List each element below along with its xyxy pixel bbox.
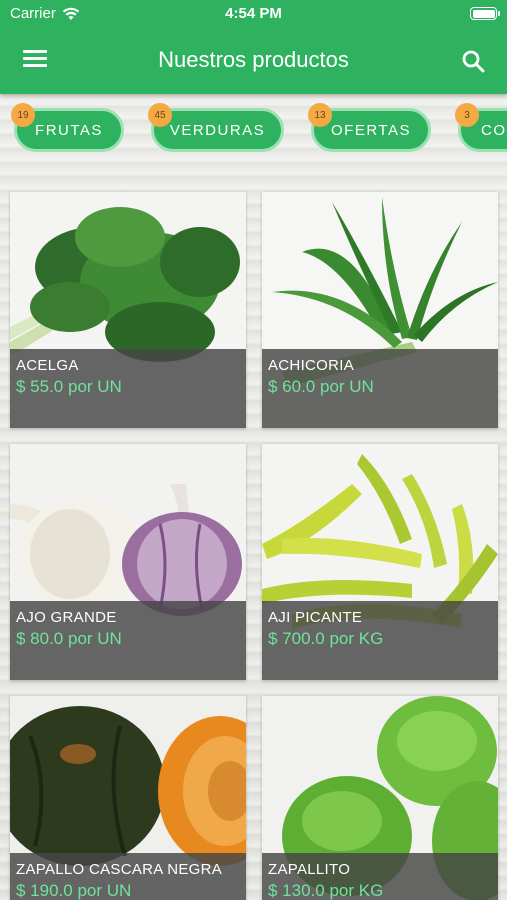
product-price: $ 190.0 por UN <box>16 881 132 900</box>
product-name: ACELGA <box>16 357 79 374</box>
product-card-aji-picante[interactable]: AJI PICANTE $ 700.0 por KG <box>262 444 498 680</box>
product-info: ZAPALLO CASCARA NEGRA $ 190.0 por UN <box>10 853 246 900</box>
product-price: $ 700.0 por KG <box>268 629 384 648</box>
page-title: Nuestros productos <box>158 47 349 72</box>
product-info: AJO GRANDE $ 80.0 por UN <box>10 601 246 680</box>
category-label: VERDURAS <box>169 121 266 139</box>
product-name: AJI PICANTE <box>268 609 363 626</box>
category-chip-co[interactable]: 3 CO <box>455 103 507 152</box>
category-label: CO <box>481 121 507 139</box>
clock: 4:54 PM <box>225 5 282 22</box>
category-chip-frutas[interactable]: 19 FRUTAS <box>11 103 124 152</box>
category-label: FRUTAS <box>35 121 103 139</box>
product-info: ACHICORIA $ 60.0 por UN <box>262 349 498 428</box>
product-card-zapallito[interactable]: ZAPALLITO $ 130.0 por KG <box>262 696 498 900</box>
category-label: OFERTAS <box>331 121 411 139</box>
product-name: AJO GRANDE <box>16 609 117 626</box>
category-count-badge: 3 <box>455 103 479 127</box>
product-info: ZAPALLITO $ 130.0 por KG <box>262 853 498 900</box>
product-price: $ 80.0 por UN <box>16 629 122 648</box>
product-card-zapallo-cascara-negra[interactable]: ZAPALLO CASCARA NEGRA $ 190.0 por UN <box>10 696 246 900</box>
category-chips: 19 FRUTAS 45 VERDURAS 13 OFERTAS 3 CO <box>0 100 507 164</box>
product-price: $ 55.0 por UN <box>16 377 122 396</box>
product-name: ZAPALLO CASCARA NEGRA <box>16 861 223 878</box>
product-name: ZAPALLITO <box>268 861 351 878</box>
product-card-ajo-grande[interactable]: AJO GRANDE $ 80.0 por UN <box>10 444 246 680</box>
product-card-achicoria[interactable]: ACHICORIA $ 60.0 por UN <box>262 192 498 428</box>
product-info: AJI PICANTE $ 700.0 por KG <box>262 601 498 680</box>
product-price: $ 60.0 por UN <box>268 377 374 396</box>
product-price: $ 130.0 por KG <box>268 881 384 900</box>
category-count-badge: 13 <box>308 103 332 127</box>
product-card-acelga[interactable]: ACELGA $ 55.0 por UN <box>10 192 246 428</box>
search-icon <box>462 50 485 73</box>
product-name: ACHICORIA <box>268 357 355 374</box>
search-button[interactable] <box>459 47 489 77</box>
category-count-badge: 19 <box>11 103 35 127</box>
category-count-badge: 45 <box>148 103 172 127</box>
category-chip-verduras[interactable]: 45 VERDURAS <box>148 103 284 152</box>
status-bar: Carrier 4:54 PM <box>0 0 507 28</box>
category-chip-ofertas[interactable]: 13 OFERTAS <box>308 103 431 152</box>
app-header: Carrier 4:54 PM Nuestros productos <box>0 0 507 94</box>
battery-icon <box>470 7 500 20</box>
product-info: ACELGA $ 55.0 por UN <box>10 349 246 428</box>
